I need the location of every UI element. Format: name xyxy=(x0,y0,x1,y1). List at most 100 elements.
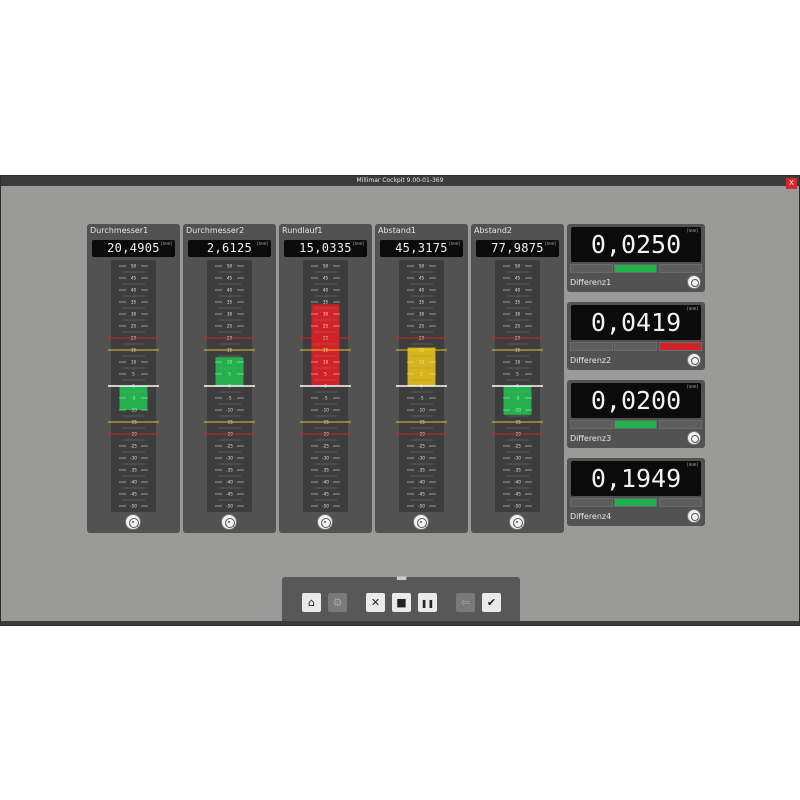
scale-tick-label: 25 xyxy=(227,324,233,329)
target-icon[interactable] xyxy=(317,514,333,530)
scale-tick-label: 45 xyxy=(515,276,521,281)
scale-tick-label: 50 xyxy=(227,264,233,269)
scale-tick-label: 35 xyxy=(515,300,521,305)
scale-tick-label: -50 xyxy=(130,504,137,509)
tolerance-segment-low xyxy=(570,264,613,273)
unit-label: [mm] xyxy=(257,241,268,246)
diff-value: 0,0419 xyxy=(590,308,682,337)
scale-tick-label: 25 xyxy=(419,324,425,329)
gauge-value-display: 15,0335 [mm] xyxy=(284,240,367,257)
grip-icon[interactable]: ▀▀ xyxy=(397,578,406,584)
settings-button[interactable]: ⚙ xyxy=(328,593,347,612)
gauge-value-display: 2,6125 [mm] xyxy=(188,240,271,257)
diff-value: 0,1949 xyxy=(590,464,682,493)
scale-tick-label: 40 xyxy=(131,288,137,293)
gauge-name: Durchmesser1 xyxy=(90,226,149,235)
tolerance-segment-low xyxy=(570,498,613,507)
diff-value: 0,0250 xyxy=(590,230,682,259)
scale-tick-label: 10 xyxy=(515,360,521,365)
scale-tick-label: -30 xyxy=(418,456,425,461)
scale-tick-label: 30 xyxy=(323,312,329,317)
scale-tick-label: -45 xyxy=(322,492,329,497)
scale-svg: 50454035302520151050-5-10-15-20-25-30-35… xyxy=(108,264,159,509)
gauge-name: Abstand1 xyxy=(378,226,416,235)
home-button[interactable]: ⌂ xyxy=(302,593,321,612)
target-icon[interactable] xyxy=(687,431,701,445)
scale-svg: 50454035302520151050-5-10-15-20-25-30-35… xyxy=(204,264,255,509)
scale-tick-label: -35 xyxy=(226,468,233,473)
gauge-value: 45,3175 xyxy=(395,241,448,255)
scale-tick-label: 30 xyxy=(419,312,425,317)
scale-tick-label: -45 xyxy=(418,492,425,497)
scale-tick-label: 25 xyxy=(131,324,137,329)
diff-panel: 0,0200 [mm] Differenz3 xyxy=(567,380,705,448)
target-icon[interactable] xyxy=(413,514,429,530)
cancel-icon: ✕ xyxy=(370,596,381,609)
scale-tick-label: -25 xyxy=(418,444,425,449)
target-icon[interactable] xyxy=(125,514,141,530)
gauge-value: 77,9875 xyxy=(491,241,544,255)
scale-tick-label: -25 xyxy=(130,444,137,449)
tolerance-segment-low xyxy=(570,342,613,351)
scale-tick-label: -40 xyxy=(226,480,233,485)
exit-button[interactable]: ⇦ xyxy=(456,593,475,612)
scale-tick-label: 50 xyxy=(515,264,521,269)
window-title: Millimar Cockpit 9.00-01-369 xyxy=(356,177,444,184)
gauge-panel: Abstand2 77,9875 [mm] 50 45 40 35 30 25 20 15 10… xyxy=(471,224,564,533)
pause-button[interactable]: ❚❚ xyxy=(418,593,437,612)
scale-tick-label: 25 xyxy=(323,324,329,329)
scale-tick-label: 5 xyxy=(420,372,423,377)
target-icon[interactable] xyxy=(221,514,237,530)
scale-tick-label: -30 xyxy=(130,456,137,461)
scale-tick-label: -30 xyxy=(226,456,233,461)
scale-tick-label: -35 xyxy=(322,468,329,473)
target-icon[interactable] xyxy=(687,353,701,367)
tolerance-segment-high xyxy=(659,420,702,429)
gauge-panel: Durchmesser2 2,6125 [mm] 50 45 40 35 30 25 20 1… xyxy=(183,224,276,533)
scale-tick-label: -25 xyxy=(322,444,329,449)
bottom-toolbar: ▀▀ ⌂ ⚙ ✕ ■ ❚❚ ⇦ ✔ xyxy=(282,577,520,622)
diff-name: Differenz2 xyxy=(570,356,612,365)
pause-icon: ❚❚ xyxy=(420,599,435,608)
cancel-button[interactable]: ✕ xyxy=(366,593,385,612)
scale-tick-label: -40 xyxy=(418,480,425,485)
scale-tick-label: 35 xyxy=(227,300,233,305)
stop-button[interactable]: ■ xyxy=(392,593,411,612)
scale-tick-label: 10 xyxy=(323,360,329,365)
gauge-scale: 50454035302520151050-5-10-15-20-25-30-35… xyxy=(300,260,351,512)
close-button[interactable]: X xyxy=(786,178,797,189)
scale-tick-label: 30 xyxy=(515,312,521,317)
accept-button[interactable]: ✔ xyxy=(482,593,501,612)
tolerance-segment-low xyxy=(570,420,613,429)
diff-panel: 0,0250 [mm] Differenz1 xyxy=(567,224,705,292)
scale-svg: 50454035302520151050-5-10-15-20-25-30-35… xyxy=(300,264,351,509)
target-icon[interactable] xyxy=(687,275,701,289)
scale-tick-label: -50 xyxy=(226,504,233,509)
scale-tick-label: -30 xyxy=(322,456,329,461)
gauge-panel: Rundlauf1 15,0335 [mm] 50 45 40 35 30 25 20 15 1… xyxy=(279,224,372,533)
gauge-name: Durchmesser2 xyxy=(186,226,245,235)
scale-tick-label: -5 xyxy=(227,396,232,401)
target-icon[interactable] xyxy=(687,509,701,523)
gauge-value-display: 77,9875 [mm] xyxy=(476,240,559,257)
diff-panel: 0,0419 [mm] Differenz2 xyxy=(567,302,705,370)
tolerance-segment-ok xyxy=(614,342,657,351)
accept-icon: ✔ xyxy=(486,596,497,609)
scale-tick-label: 10 xyxy=(131,360,137,365)
diff-name: Differenz1 xyxy=(570,278,612,287)
measurement-bar xyxy=(407,347,436,386)
scale-tick-label: 45 xyxy=(131,276,137,281)
scale-tick-label: -10 xyxy=(226,408,233,413)
scale-tick-label: -40 xyxy=(322,480,329,485)
unit-label: [mm] xyxy=(687,228,698,233)
scale-svg: 50454035302520151050-5-10-15-20-25-30-35… xyxy=(492,264,543,509)
target-icon[interactable] xyxy=(509,514,525,530)
unit-label: [mm] xyxy=(687,384,698,389)
diff-value-display: 0,0419 [mm] xyxy=(571,305,701,340)
gauge-name: Abstand2 xyxy=(474,226,512,235)
diff-panel: 0,1949 [mm] Differenz4 xyxy=(567,458,705,526)
unit-label: [mm] xyxy=(687,462,698,467)
scale-tick-label: 40 xyxy=(323,288,329,293)
scale-tick-label: 45 xyxy=(323,276,329,281)
scale-tick-label: -5 xyxy=(515,396,520,401)
